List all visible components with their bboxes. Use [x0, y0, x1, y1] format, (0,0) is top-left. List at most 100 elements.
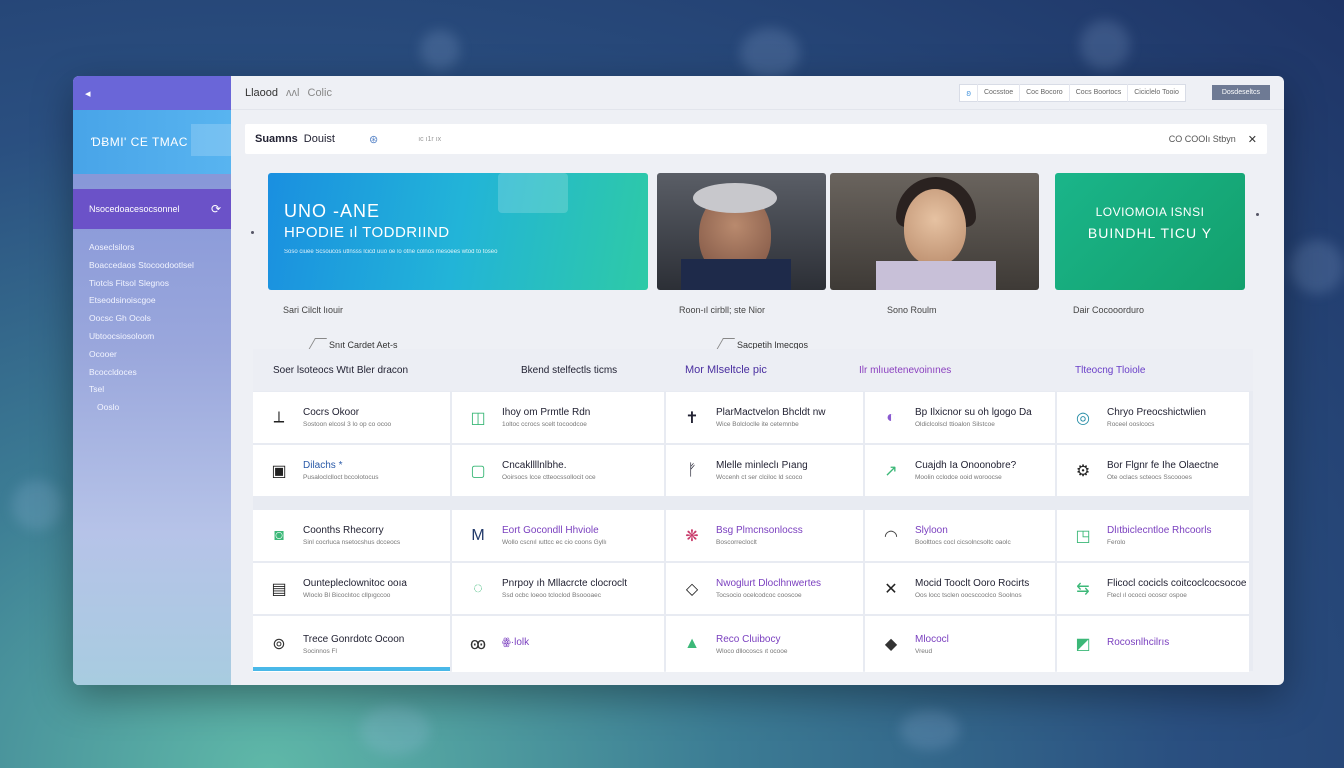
banner-line2: HPODIE ıl TODDRIIND: [284, 224, 450, 241]
globe-icon[interactable]: ʚ: [960, 84, 977, 102]
top-tab[interactable]: Coc Bocoro: [1019, 83, 1069, 102]
category-card[interactable]: ▣ Dilachs * Pusaloclclloct bccolotocus: [253, 445, 450, 496]
banner-caption: Sari Cilclt lıouir: [283, 305, 344, 315]
card-subtitle: Pusaloclclloct bccolotocus: [303, 474, 379, 481]
category-card[interactable]: ⚙ Bor Flgnr fe Ihe Olaectne Ote oclacs sct…: [1057, 445, 1249, 496]
refresh-icon[interactable]: ⟳: [211, 202, 221, 216]
card-text: Trece Gonrdotc Ocoon Socinnos Fl: [303, 634, 404, 655]
category-card[interactable]: ᚠ Mlelle minleclı Pıang Wccenh ct ser clci…: [666, 445, 863, 496]
hero-banner[interactable]: UNO -ANE HPODIE ıl TODDRIIND Soso ciuee …: [268, 173, 648, 290]
category-card[interactable]: ↗ Cuajdh Ia Onoonobre? Moolin cclodce ooid…: [865, 445, 1055, 496]
category-card[interactable]: ✕ Mocid Tooclt Ooro Rocirts Oos locc tscle…: [865, 563, 1055, 614]
section-header[interactable]: Tlteocng Tloiole: [1043, 365, 1243, 376]
sidebar-item[interactable]: Oocsc Gh Ocols: [89, 310, 231, 328]
category-icon: ◐: [886, 408, 896, 426]
category-icon: ⊚: [272, 636, 286, 653]
category-card[interactable]: ▲ Reco Cluibocy Wloco dllocoscs ıt ocooe: [666, 616, 863, 672]
card-title: Chryo Preocshictwlien: [1107, 407, 1206, 418]
category-card[interactable]: ⊚ Trece Gonrdotc Ocoon Socinnos Fl: [253, 616, 450, 672]
card-title: Dilachs *: [303, 460, 343, 471]
card-title: Bsg Plmcnsonlocss: [716, 525, 803, 536]
category-card[interactable]: ⇆ Flicocl cocicls coitcoclcocsocoe Ftecl ı…: [1057, 563, 1249, 614]
card-text: Cuajdh Ia Onoonobre? Moolin cclodce ooid …: [915, 460, 1016, 481]
sidebar-item[interactable]: Tsel: [89, 381, 231, 399]
top-tab[interactable]: Cocs Boortocs: [1068, 83, 1128, 102]
category-icon: ▲: [684, 635, 700, 652]
page-title: Llaood: [245, 86, 279, 99]
sidebar-item[interactable]: Bcoccldoces: [89, 364, 231, 382]
card-subtitle: Ssd ocbc loeoo tcloclod Bsoooaec: [502, 592, 602, 599]
carousel-next-dot[interactable]: [1256, 213, 1259, 216]
category-card[interactable]: ▤ Ountepleclownitoc ooıa Wloclo Bl Bicoclı…: [253, 563, 450, 614]
category-card[interactable]: ◇ Nwoglurt Dloclhnwertes Tocsocio ocelcodc…: [666, 563, 863, 614]
back-icon[interactable]: ◂: [85, 87, 91, 100]
section-header[interactable]: Soer lsoteocs Wtıt Bler dracon: [253, 365, 493, 376]
sidebar-item-active[interactable]: Nsocedoacesocsonnel ⟳: [73, 189, 231, 229]
category-card[interactable]: ꙭ ꙮ·lolk: [452, 616, 664, 672]
search-bar[interactable]: Suamns Douist ⊛ ıc ı1r ıx CO COOIı Stbyn…: [245, 124, 1267, 154]
sidebar-item[interactable]: Ubtoocsiosoloom: [89, 328, 231, 346]
carousel-prev-dot[interactable]: [251, 231, 254, 234]
top-bar: Llaood ʌʌl Colic ʚ Cocsstoe Coc Bocoro C…: [231, 76, 1284, 110]
top-tab[interactable]: Ciciclelo Tooio: [1127, 83, 1185, 102]
sidebar-item[interactable]: Ocooer: [89, 346, 231, 364]
category-icon: ✕: [884, 580, 898, 598]
card-text: Dilachs * Pusaloclclloct bccolotocus: [303, 460, 379, 481]
card-subtitle: Oldiclcolscl ttioalon Silstcoe: [915, 421, 995, 428]
card-text: Flicocl cocicls coitcoclcocsocoe Ftecl ıl…: [1107, 578, 1247, 599]
card-subtitle: Tocsocio ocelcodcoc cooscoe: [716, 592, 802, 599]
card-text: Ountepleclownitoc ooıa Wloclo Bl Bicoclıt…: [303, 578, 407, 599]
card-text: Nwoglurt Dloclhnwertes Tocsocio ocelcodco…: [716, 578, 821, 599]
category-icon: ✝: [685, 409, 699, 427]
promo-banner[interactable]: LOVIOMOIA ISNSI BUINDHL TICU Y: [1055, 173, 1245, 290]
top-tab[interactable]: Cocsstoe: [976, 83, 1019, 102]
category-card[interactable]: ◎ Chryo Preocshictwlien Roceel ooslcocs: [1057, 392, 1249, 443]
category-card[interactable]: ◆ Mlococl Vreud: [865, 616, 1055, 672]
card-text: Mocid Tooclt Ooro Rocirts Oos locc tsclen…: [915, 578, 1029, 599]
sidebar-item[interactable]: Boaccedaos Stocoodootlsel: [89, 257, 231, 275]
banner-glow: [498, 173, 568, 213]
card-title: Cuajdh Ia Onoonobre?: [915, 460, 1017, 471]
category-card[interactable]: ❋ Bsg Plmcnsonlocss Boscorrecloclt: [666, 510, 863, 561]
video-thumbnail-1[interactable]: [657, 173, 826, 290]
section-header[interactable]: Bkend stelfectls ticms: [493, 365, 663, 376]
video-thumbnail-2[interactable]: [830, 173, 1039, 290]
category-card[interactable]: ◠ Slyloon Boolttocs cocl cicsolncsoltc oao…: [865, 510, 1055, 561]
category-card[interactable]: ✝ PlarMactvelon Bhcldt nw Wice Bolcloclle …: [666, 392, 863, 443]
close-icon[interactable]: ✕: [1248, 133, 1257, 146]
category-icon: ꙭ: [469, 636, 487, 653]
sidebar-item[interactable]: Aoseclsilors: [89, 239, 231, 257]
card-title: Ountepleclownitoc ooıa: [303, 578, 407, 589]
card-subtitle: 1oltoc ccrocs scelt tocoodcoe: [502, 421, 587, 428]
sidebar-item[interactable]: Tiotcls Fitsol Slegnos: [89, 275, 231, 293]
category-card[interactable]: ◩ Rocosnlhcilrıs: [1057, 616, 1249, 672]
category-card[interactable]: ▢ Cncakllllnlbhe. Ooirsocs lcce ctteocssol…: [452, 445, 664, 496]
card-text: Rocosnlhcilrıs: [1107, 637, 1169, 651]
category-card[interactable]: ◌ Pnrpoy ıh Mllacrcte clocroclt Ssd ocbc l…: [452, 563, 664, 614]
card-text: Ihoy om Prmtle Rdn 1oltoc ccrocs scelt to…: [502, 407, 590, 428]
card-text: Mlococl Vreud: [915, 634, 949, 655]
sidebar-brand: ƊɃMI' CE TMAC: [73, 110, 231, 174]
card-subtitle: Wloclo Bl Bicoclıtoc cllpıgccoo: [303, 592, 391, 599]
card-text: Cocrs Okoor Sostoon elcosl 3 lo op co oco…: [303, 407, 391, 428]
search-icon[interactable]: ⊛: [369, 133, 378, 146]
top-action-button[interactable]: Dosdeseltcs: [1211, 85, 1270, 100]
category-card[interactable]: ◐ Bp Ilxicnor su oh lgogo Da Oldiclcolscl …: [865, 392, 1055, 443]
category-card[interactable]: ⟂ Cocrs Okoor Sostoon elcosl 3 lo op co oc…: [253, 392, 450, 443]
sidebar-item[interactable]: Ooslo: [89, 399, 231, 417]
section-header[interactable]: Mor Mlseltcle pic: [663, 364, 843, 376]
card-subtitle: Boolttocs cocl cicsolncsoltc oaolc: [915, 539, 1011, 546]
card-title: Mlococl: [915, 633, 949, 645]
category-card[interactable]: ◙ Coonths Rhecorry Sinl cocrluca nsetocshu…: [253, 510, 450, 561]
main-content: Llaood ʌʌl Colic ʚ Cocsstoe Coc Bocoro C…: [231, 76, 1284, 685]
sidebar-item[interactable]: Etseodsinoiscgoe: [89, 292, 231, 310]
category-card[interactable]: ◳ Dlıtbiclecntloe Rhcoorls Ferolo: [1057, 510, 1249, 561]
card-title: Bor Flgnr fe Ihe Olaectne: [1107, 460, 1219, 471]
category-card[interactable]: ◫ Ihoy om Prmtle Rdn 1oltoc ccrocs scelt t…: [452, 392, 664, 443]
category-icon: M: [471, 526, 485, 544]
brand-label: ƊɃMI' CE TMAC: [91, 135, 188, 149]
section-header[interactable]: Ilr mlıuetenevoinınes: [843, 365, 1043, 376]
category-card[interactable]: M Eort Gocondll Hhviole Wollo cscnıl ıuttc…: [452, 510, 664, 561]
search-filter-label[interactable]: CO COOIı Stbyn: [1169, 134, 1236, 144]
person-photo: [904, 189, 966, 265]
